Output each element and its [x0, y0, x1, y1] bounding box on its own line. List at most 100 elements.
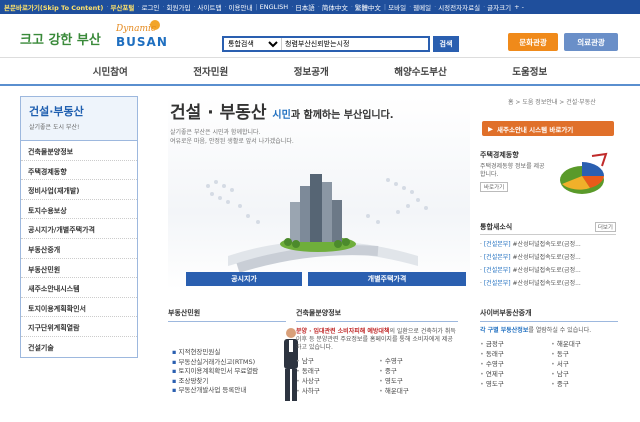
district-link[interactable]: 동래구: [296, 366, 375, 376]
news-item[interactable]: · [건설본부] #산성터널접속도로(금정...: [480, 265, 616, 274]
news-header: 통합새소식 더보기: [480, 222, 616, 235]
nav-info-disclosure[interactable]: 정보공개: [294, 64, 329, 78]
mobile-link[interactable]: 모바일: [388, 2, 406, 12]
login-link[interactable]: 로그인: [141, 2, 159, 12]
sidebar-item-building-sale[interactable]: 건축물분양정보: [21, 141, 137, 161]
traditional-chinese-link[interactable]: 繁體中文: [355, 2, 381, 12]
sidebar-item-construction-tech[interactable]: 건설기술: [21, 337, 137, 357]
arrow-icon: ▶: [488, 124, 493, 133]
main-nav: 시민참여 전자민원 정보공개 해양수도부산 도움정보: [0, 58, 640, 86]
petition-link-list: 지적현장민원실 부동산실거래가신고(RTMS) 토지이용계획확인서 무료열람 조…: [172, 348, 258, 396]
font-size-buttons[interactable]: + -: [514, 3, 524, 11]
divider: ·: [137, 3, 140, 11]
sale-notice-text: 분양 · 임대관련 소비자피해 예방대책의 일환으로 건축허가 취득이후 등 분…: [296, 328, 456, 351]
cyber-brokerage-panel: 사이버부동산중개 각 구별 부동산정보를 열람하실 수 있습니다. 금정구 해운…: [480, 308, 618, 418]
page-title: 건설 · 부동산 시민과 함께하는 부산입니다.: [170, 103, 394, 123]
sidebar-item-land-compensation[interactable]: 토지수용보상: [21, 200, 137, 220]
divider: ·: [106, 3, 109, 11]
nav-e-petition[interactable]: 전자민원: [193, 64, 228, 78]
district-list: 금정구 해운대구 동래구 동구 수영구 서구 연제구 남구 영도구 중구: [480, 339, 618, 389]
sidebar-item-district-plan[interactable]: 지구단위계획열람: [21, 317, 137, 337]
land-price-button[interactable]: 공시지가: [186, 272, 302, 286]
district-link[interactable]: 영도구: [379, 376, 458, 386]
new-address-system-button[interactable]: ▶ 새주소안내 시스템 바로가기: [482, 121, 614, 136]
webmail-link[interactable]: 웹메일: [413, 2, 431, 12]
medical-tour-button[interactable]: 의료관광: [564, 33, 618, 51]
list-item[interactable]: 부동산개발사업 등록안내: [172, 386, 258, 396]
news-item[interactable]: · [건설본부] #산성터널접속도로(금정...: [480, 252, 616, 261]
sidebar-item-new-address[interactable]: 새주소안내시스템: [21, 278, 137, 298]
search-box: 통합검색: [222, 36, 430, 52]
news-title: 통합새소식: [480, 223, 513, 231]
sidebar-subtitle: 살기좋은 도시 부산!: [29, 124, 80, 131]
hero-banner: 건설 · 부동산 시민과 함께하는 부산입니다. 살기좋은 부산은 시민과 함께…: [168, 96, 470, 290]
news-item[interactable]: · [건설본부] #산성터널접속도로(금정...: [480, 239, 616, 248]
district-link[interactable]: 중구: [379, 366, 458, 376]
brokerage-desc: 각 구별 부동산정보를 열람하실 수 있습니다.: [480, 327, 592, 334]
district-link[interactable]: 남구: [551, 369, 618, 379]
panel-title: 건축물분양정보: [296, 308, 458, 322]
signup-link[interactable]: 회원가입: [167, 2, 191, 12]
district-list: 남구 수영구 동래구 중구 사상구 영도구 사하구 해운대구: [296, 356, 458, 396]
district-link[interactable]: 동구: [551, 349, 618, 359]
housing-trends-link[interactable]: 바로가기: [480, 182, 509, 192]
district-link[interactable]: 금정구: [480, 339, 547, 349]
sidebar-item-land-use-plan[interactable]: 토지이용계획확인서: [21, 298, 137, 318]
sidebar-item-housing-trends[interactable]: 주택경제동향: [21, 161, 137, 181]
panel-title: 사이버부동산중개: [480, 308, 618, 322]
search-scope-select[interactable]: 통합검색: [224, 38, 282, 50]
list-item[interactable]: 토지이용계획확인서 무료열람: [172, 367, 258, 377]
realestate-petition-panel: 부동산민원 지적현장민원실 부동산실거래가신고(RTMS) 토지이용계획확인서 …: [168, 308, 298, 418]
sidebar-item-realestate-petition[interactable]: 부동산민원: [21, 259, 137, 279]
sidebar-item-redevelopment[interactable]: 정비사업(재개발): [21, 180, 137, 200]
district-link[interactable]: 서구: [551, 359, 618, 369]
sidebar-item-brokerage[interactable]: 부동산중개: [21, 239, 137, 259]
skip-to-content-link[interactable]: 본문바로가기(Skip To Content): [4, 2, 103, 12]
district-link[interactable]: 수영구: [480, 359, 547, 369]
site-header: 크고 강한 부산 Dynamic BUSAN 통합검색 검색 문화관광 의료관광: [0, 14, 640, 58]
english-link[interactable]: ENGLISH: [260, 3, 289, 11]
sidebar-header: 건설·부동산 살기좋은 도시 부산!: [21, 97, 137, 141]
list-item[interactable]: 부동산실거래가신고(RTMS): [172, 358, 258, 368]
news-box: 통합새소식 더보기 · [건설본부] #산성터널접속도로(금정... · [건설…: [480, 222, 616, 294]
search-input[interactable]: [282, 38, 428, 50]
nav-help-info[interactable]: 도움정보: [512, 64, 547, 78]
logo-slogan[interactable]: 크고 강한 부산: [20, 29, 101, 48]
sidebar: 건설·부동산 살기좋은 도시 부산! 건축물분양정보 주택경제동향 정비사업(재…: [20, 96, 138, 358]
busan-portal-link[interactable]: 부산포털: [110, 2, 134, 12]
font-size-label: 글자크기: [487, 4, 512, 12]
logo-busan[interactable]: BUSAN: [116, 35, 168, 49]
list-item[interactable]: 조상땅찾기: [172, 377, 258, 387]
breadcrumb: 홈 > 도움 정보안내 > 건설·부동산: [508, 99, 596, 106]
district-link[interactable]: 영도구: [480, 379, 547, 389]
nav-citizen[interactable]: 시민참여: [93, 64, 128, 78]
archive-link[interactable]: 시정전자자료실: [438, 2, 480, 12]
city-map-illustration: [206, 174, 428, 273]
japanese-link[interactable]: 日本語: [295, 2, 315, 12]
top-utility-bar: 본문바로가기(Skip To Content) · 부산포털 · 로그인 · 회원…: [0, 0, 640, 14]
housing-trends-desc: 주택경제동향 정보를 제공합니다.: [480, 163, 545, 178]
sidebar-title: 건설·부동산: [29, 105, 84, 118]
culture-tour-button[interactable]: 문화관광: [508, 33, 558, 51]
news-item[interactable]: · [건설본부] #산성터널접속도로(금정...: [480, 278, 616, 287]
simplified-chinese-link[interactable]: 简体中文: [322, 2, 348, 12]
district-link[interactable]: 해운대구: [551, 339, 618, 349]
sidebar-item-land-price[interactable]: 공시지가/개별주택가격: [21, 219, 137, 239]
district-link[interactable]: 사하구: [296, 386, 375, 396]
district-link[interactable]: 연제구: [480, 369, 547, 379]
search-button[interactable]: 검색: [433, 36, 459, 52]
sitemap-link[interactable]: 사이트맵: [198, 2, 222, 12]
district-link[interactable]: 동래구: [480, 349, 547, 359]
district-link[interactable]: 남구: [296, 356, 375, 366]
nav-marine-busan[interactable]: 해양수도부산: [394, 64, 446, 78]
district-link[interactable]: 해운대구: [379, 386, 458, 396]
list-item[interactable]: 지적현장민원실: [172, 348, 258, 358]
district-link[interactable]: 사상구: [296, 376, 375, 386]
logo-dynamic: Dynamic: [116, 24, 156, 34]
news-more-button[interactable]: 더보기: [594, 222, 616, 232]
guide-link[interactable]: 이용안내: [229, 2, 253, 12]
panel-title: 부동산민원: [168, 308, 286, 322]
district-link[interactable]: 중구: [551, 379, 618, 389]
housing-price-button[interactable]: 개별주택가격: [308, 272, 466, 286]
district-link[interactable]: 수영구: [379, 356, 458, 366]
